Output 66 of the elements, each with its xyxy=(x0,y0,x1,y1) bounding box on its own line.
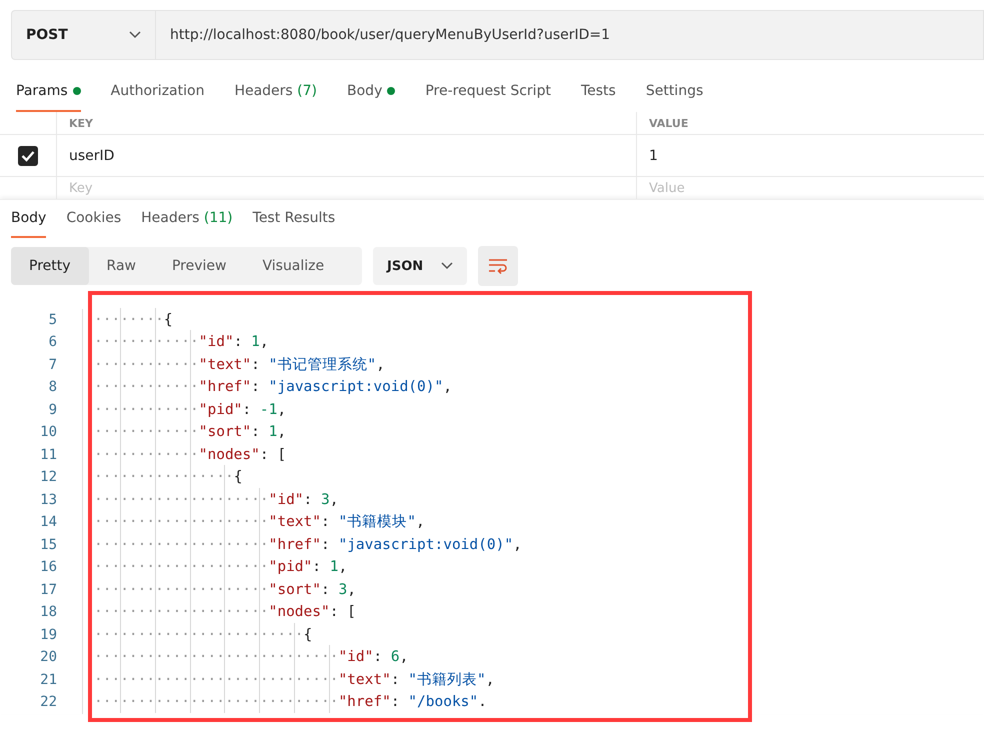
code-line: ············"id": 1, xyxy=(82,331,269,354)
response-tab[interactable]: Body xyxy=(11,200,46,238)
code-line: ········{ xyxy=(82,308,173,331)
code-line: ····················"href": "javascript:void(0)", xyxy=(82,534,522,556)
code-line: ················{ xyxy=(82,466,242,488)
code-line: ····························"href": "/books". xyxy=(82,691,487,714)
response-tab[interactable]: Test Results xyxy=(252,200,336,238)
line-number: 21 xyxy=(39,672,57,688)
request-tab[interactable]: Pre-request Script xyxy=(425,72,551,112)
format-dropdown[interactable]: JSON xyxy=(373,247,467,285)
line-number: 22 xyxy=(39,694,57,710)
method-dropdown[interactable]: POST xyxy=(11,10,155,60)
code-line: ····················"sort": 3, xyxy=(82,578,356,601)
line-number: 18 xyxy=(39,604,57,620)
wrap-button[interactable] xyxy=(478,246,518,286)
request-tab[interactable]: Authorization xyxy=(110,72,204,112)
checkbox[interactable] xyxy=(18,146,38,166)
line-number: 11 xyxy=(39,446,57,463)
line-number: 15 xyxy=(39,536,57,553)
code-line: ····················"nodes": [ xyxy=(82,601,356,624)
line-number: 20 xyxy=(39,649,57,666)
response-tab[interactable]: Cookies xyxy=(66,200,122,238)
line-number: 17 xyxy=(39,582,57,598)
code-line: ············"href": "javascript:void(0)", xyxy=(82,376,452,398)
line-number: 8 xyxy=(48,379,57,396)
request-tab[interactable]: Body xyxy=(347,72,396,112)
column-header: VALUE xyxy=(649,116,688,130)
line-number: 10 xyxy=(39,424,57,440)
code-line: ············"pid": -1, xyxy=(82,398,286,421)
code-line: ····························"id": 6, xyxy=(82,646,408,668)
line-number: 12 xyxy=(39,469,57,486)
code-line: ············"text": "书记管理系统", xyxy=(82,354,385,376)
column-header: KEY xyxy=(69,116,94,130)
code-line: ····················"pid": 1, xyxy=(82,556,348,578)
line-number: 6 xyxy=(48,334,57,350)
code-line: ························{ xyxy=(82,624,312,646)
chevron-down-icon xyxy=(441,262,453,270)
view-mode-button[interactable]: Raw xyxy=(88,247,154,285)
line-number: 16 xyxy=(39,559,57,576)
code-line: ····················"text": "书籍模块", xyxy=(82,511,425,534)
view-mode-button[interactable]: Pretty xyxy=(11,247,89,285)
request-tab[interactable]: Params xyxy=(16,72,81,112)
response-tab[interactable]: Headers (11) xyxy=(141,200,233,238)
param-key: userID xyxy=(69,148,114,164)
line-number: 13 xyxy=(39,492,57,508)
line-number: 9 xyxy=(48,402,57,418)
key-field[interactable]: Key xyxy=(69,179,129,197)
code-line: ············"sort": 1, xyxy=(82,421,286,444)
code-line: ····························"text": "书籍列表", xyxy=(82,668,494,691)
request-tab[interactable]: Headers (7) xyxy=(234,72,318,112)
view-mode-button[interactable]: Preview xyxy=(154,247,244,285)
code-line: ············"nodes": [ xyxy=(82,444,286,466)
wrap-lines-icon xyxy=(488,258,508,274)
check-icon xyxy=(21,150,35,162)
line-number: 7 xyxy=(48,356,57,373)
chevron-down-icon xyxy=(129,31,141,39)
url-field[interactable]: http://localhost:8080/book/user/queryMenuByUserId?userID=1 xyxy=(155,10,984,60)
request-tab[interactable]: Settings xyxy=(646,72,704,112)
request-tab[interactable]: Tests xyxy=(580,72,616,112)
line-number: 5 xyxy=(48,312,57,328)
param-value: 1 xyxy=(649,148,658,164)
value-field[interactable]: Value xyxy=(649,179,709,197)
code-line: ····················"id": 3, xyxy=(82,488,338,511)
line-number: 14 xyxy=(39,514,57,530)
line-number: 19 xyxy=(39,626,57,643)
view-mode-button[interactable]: Visualize xyxy=(244,247,342,285)
